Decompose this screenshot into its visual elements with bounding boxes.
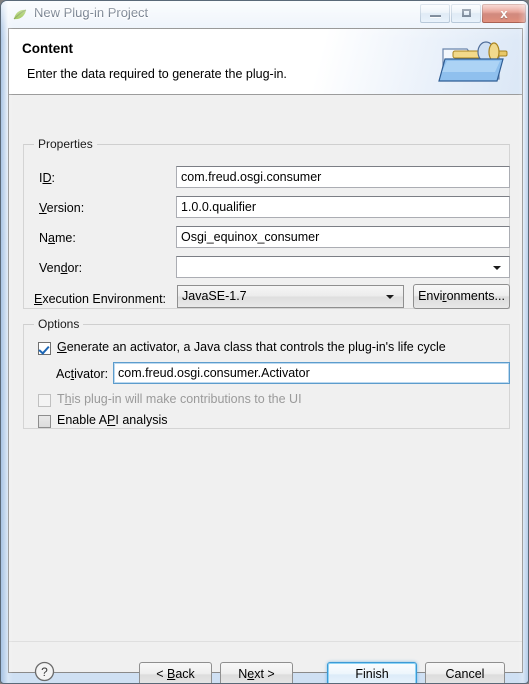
chevron-down-icon[interactable] [386, 295, 394, 299]
execution-environment-label: Execution Environment: [34, 292, 167, 306]
svg-text:?: ? [41, 665, 48, 679]
vendor-label: Vendor: [39, 261, 83, 275]
dialog-window: New Plug-in Project x Content Enter the … [0, 0, 529, 684]
environments-button[interactable]: Environments... [413, 284, 510, 309]
execution-environment-combo[interactable]: JavaSE-1.7 [177, 285, 404, 308]
back-button[interactable]: < Back [139, 662, 212, 683]
generate-activator-label: Generate an activator, a Java class that… [57, 340, 446, 354]
vendor-combo[interactable] [176, 256, 510, 278]
page-title: Content [22, 41, 73, 56]
close-button[interactable]: x [482, 4, 526, 23]
properties-group-label: Properties [34, 137, 97, 151]
execution-environment-value: JavaSE-1.7 [182, 289, 247, 303]
ui-contributions-checkbox [38, 394, 51, 407]
version-label: Version: [39, 201, 85, 215]
id-input[interactable]: com.freud.osgi.consumer [176, 166, 510, 188]
api-analysis-label: Enable API analysis [57, 413, 168, 427]
activator-label: Activator: [56, 367, 109, 381]
version-input[interactable]: 1.0.0.qualifier [176, 196, 510, 218]
options-group-label: Options [34, 317, 84, 331]
help-icon[interactable]: ? [34, 661, 55, 682]
page-description: Enter the data required to generate the … [27, 67, 287, 81]
eclipse-leaf-icon [12, 7, 28, 23]
generate-activator-checkbox[interactable] [38, 342, 51, 355]
id-label: ID: [39, 171, 55, 185]
finish-button[interactable]: Finish [327, 662, 417, 683]
minimize-button[interactable] [420, 4, 450, 23]
maximize-button[interactable] [451, 4, 481, 23]
cancel-button[interactable]: Cancel [425, 662, 505, 683]
footer-separator [9, 641, 522, 642]
next-button[interactable]: Next > [220, 662, 293, 683]
ui-contributions-label: This plug-in will make contributions to … [57, 392, 302, 406]
activator-input[interactable]: com.freud.osgi.consumer.Activator [113, 362, 510, 384]
wizard-header: Content Enter the data required to gener… [9, 29, 522, 95]
chevron-down-icon[interactable] [493, 266, 501, 270]
window-title: New Plug-in Project [34, 5, 149, 20]
api-analysis-checkbox[interactable] [38, 415, 51, 428]
vendor-input[interactable] [177, 257, 509, 277]
name-input[interactable]: Osgi_equinox_consumer [176, 226, 510, 248]
title-bar[interactable]: New Plug-in Project x [1, 1, 528, 28]
plugin-folder-banner-icon [437, 35, 513, 87]
name-label: Name: [39, 231, 76, 245]
close-icon: x [500, 6, 508, 21]
dialog-client-area: Content Enter the data required to gener… [8, 28, 523, 683]
